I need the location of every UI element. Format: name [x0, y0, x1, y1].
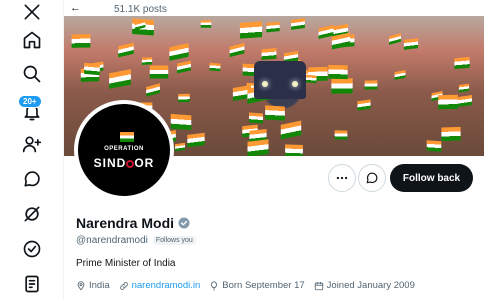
- location-item: India: [76, 280, 110, 291]
- x-logo-icon[interactable]: [20, 0, 44, 24]
- balloon-icon: [211, 280, 218, 291]
- more-button[interactable]: [328, 164, 356, 192]
- banner-flag: [209, 62, 221, 72]
- banner-flag: [458, 83, 470, 93]
- post-count: 51.1K posts: [114, 4, 167, 15]
- lists-icon[interactable]: [20, 272, 44, 296]
- banner-flag: [458, 95, 472, 107]
- avatar-text-sindoor: SIND OR: [93, 156, 155, 170]
- banner-flag: [118, 42, 134, 58]
- profile-handle: @narendramodi: [76, 235, 148, 246]
- banner-flag: [438, 94, 458, 110]
- calendar-icon: [314, 281, 323, 290]
- banner-flag: [187, 132, 205, 148]
- banner-flag: [331, 32, 351, 50]
- location-icon: [77, 280, 85, 290]
- banner-flag: [178, 93, 190, 103]
- banner-flag: [169, 43, 189, 61]
- search-icon[interactable]: [20, 62, 44, 86]
- banner-flag: [403, 38, 419, 50]
- banner-flag: [175, 142, 185, 152]
- banner-flag: [229, 42, 245, 58]
- banner-flag: [109, 69, 131, 89]
- banner-flag: [146, 83, 160, 97]
- banner-flag: [249, 112, 263, 124]
- left-nav: 20+: [0, 0, 64, 300]
- banner-flag: [71, 34, 91, 48]
- banner-flag: [200, 20, 212, 28]
- banner-flag: [328, 64, 348, 80]
- banner-flag: [261, 48, 277, 60]
- banner-flag: [441, 126, 461, 142]
- banner-flag: [280, 120, 302, 140]
- banner-flag: [305, 74, 317, 84]
- profile-meta: India narendramodi.in Born September 17 …: [76, 280, 424, 291]
- website-link[interactable]: narendramodi.in: [132, 280, 201, 291]
- name-row: Narendra Modi: [76, 215, 190, 231]
- banner-flag: [389, 33, 401, 45]
- avatar-text-operation: OPERATION: [104, 146, 144, 152]
- joined-item: Joined January 2009: [314, 280, 415, 291]
- banner-flag: [454, 56, 470, 70]
- grok-icon[interactable]: [20, 202, 44, 226]
- banner-flag: [331, 78, 353, 94]
- banner-flag: [265, 105, 285, 121]
- link-icon: [119, 281, 128, 290]
- banner-flag: [357, 99, 371, 111]
- follow-back-button[interactable]: Follow back: [390, 164, 473, 192]
- banner-flag: [84, 62, 100, 76]
- banner-flag: [247, 139, 269, 156]
- banner-vehicle: [254, 61, 306, 99]
- banner-flag: [170, 113, 192, 131]
- avatar-flag-icon: [120, 132, 134, 142]
- banner-flag: [149, 65, 169, 79]
- profile-bio: Prime Minister of India: [76, 258, 176, 269]
- joined-text: Joined January 2009: [326, 280, 415, 291]
- more-icon: [336, 176, 348, 180]
- banner-flag: [285, 144, 303, 156]
- banner-flag: [291, 18, 305, 30]
- banner-flag: [364, 80, 378, 90]
- follows-you-badge: Follows you: [152, 236, 196, 245]
- website-item: narendramodi.in: [119, 280, 201, 291]
- notification-badge: 20+: [18, 95, 42, 108]
- banner-flag: [177, 60, 191, 74]
- profile-name: Narendra Modi: [76, 215, 175, 231]
- banner-flag: [141, 57, 153, 65]
- handle-row: @narendramodi Follows you: [76, 235, 196, 246]
- follow-icon[interactable]: [20, 132, 44, 156]
- birthday-item: Born September 17: [209, 280, 305, 291]
- message-icon: [366, 172, 378, 184]
- messages-icon[interactable]: [20, 167, 44, 191]
- banner-flag: [426, 140, 442, 152]
- avatar[interactable]: OPERATION SIND OR: [74, 100, 174, 200]
- verified-orgs-icon[interactable]: [20, 237, 44, 261]
- verified-badge-icon[interactable]: [178, 217, 190, 229]
- banner-flag: [334, 130, 348, 140]
- home-icon[interactable]: [20, 28, 44, 52]
- message-button[interactable]: [358, 164, 386, 192]
- banner-flag: [266, 21, 280, 33]
- birthday-text: Born September 17: [222, 280, 305, 291]
- back-arrow-icon[interactable]: ←: [70, 2, 81, 14]
- banner-flag: [239, 21, 263, 39]
- banner-flag: [394, 70, 406, 80]
- location-text: India: [89, 280, 110, 291]
